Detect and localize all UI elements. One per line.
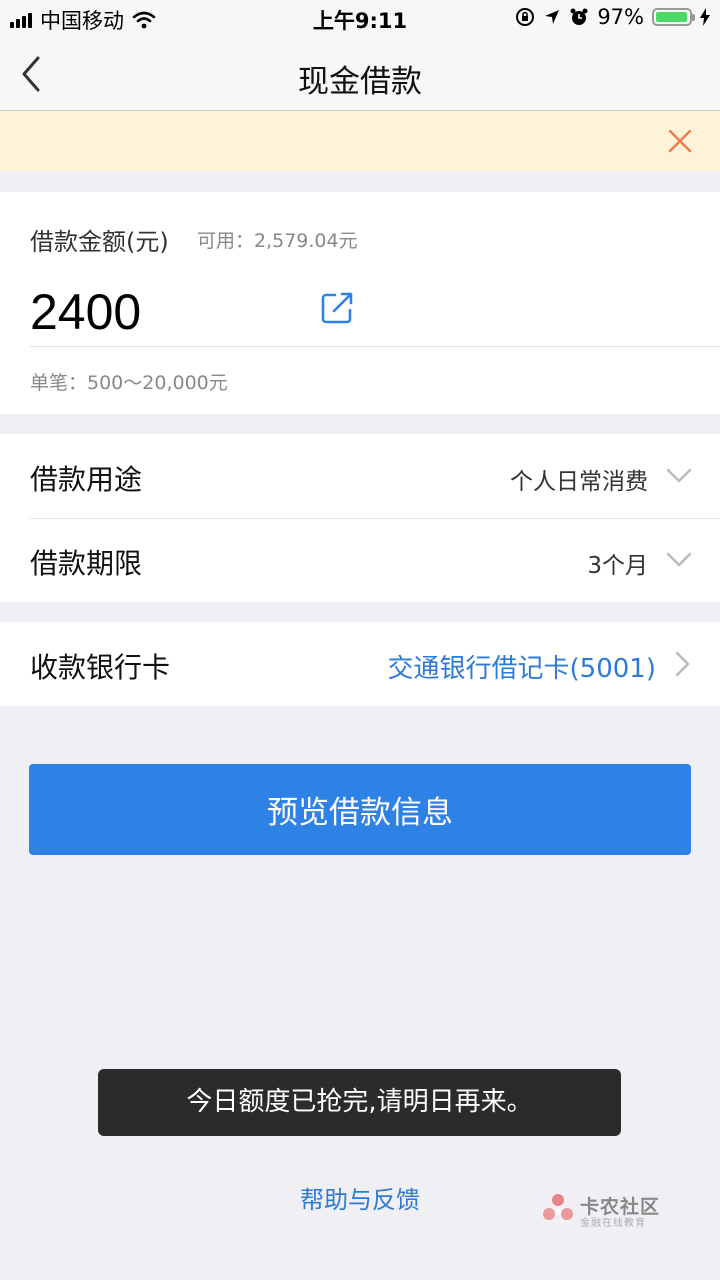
charging-icon <box>700 8 710 26</box>
amount-card: 借款金额(元) 可用：2,579.04元 单笔：500～20,000元 <box>0 192 720 414</box>
battery-percent: 97% <box>597 5 644 29</box>
preview-loan-button[interactable]: 预览借款信息 <box>29 764 691 855</box>
amount-range: 单笔：500～20,000元 <box>30 372 228 394</box>
bank-card-label: 收款银行卡 <box>30 651 171 684</box>
loan-purpose-label: 借款用途 <box>30 463 143 496</box>
chevron-down-icon <box>666 468 692 483</box>
chevron-down-icon <box>666 552 692 567</box>
available-amount: 可用：2,579.04元 <box>197 230 358 252</box>
loan-purpose-value: 个人日常消费 <box>510 469 648 495</box>
rotation-lock-icon <box>516 8 535 26</box>
loan-term-value: 3个月 <box>587 553 648 579</box>
toast-message: 今日额度已抢完,请明日再来。 <box>98 1069 621 1136</box>
status-right: 97% <box>515 5 710 29</box>
amount-input[interactable] <box>28 282 312 342</box>
loan-options-card: 借款用途 个人日常消费 借款期限 3个月 <box>0 434 720 602</box>
edit-button[interactable] <box>319 290 355 326</box>
chevron-right-icon <box>675 651 690 677</box>
loan-term-row[interactable]: 借款期限 3个月 <box>0 518 720 602</box>
close-icon <box>668 129 692 153</box>
notice-close-button[interactable] <box>666 127 694 155</box>
nav-bar: 现金借款 <box>0 36 720 111</box>
divider <box>30 346 720 347</box>
status-bar: 中国移动 上午9:11 97% <box>0 0 720 36</box>
bank-card-value: 交通银行借记卡(5001) <box>387 654 656 684</box>
page-title: 现金借款 <box>298 64 422 100</box>
loan-term-label: 借款期限 <box>30 547 143 580</box>
alarm-icon <box>570 8 588 25</box>
amount-label: 借款金额(元) <box>30 228 169 256</box>
loan-purpose-row[interactable]: 借款用途 个人日常消费 <box>0 434 720 519</box>
battery-icon <box>652 8 695 26</box>
bank-card-row[interactable]: 收款银行卡 交通银行借记卡(5001) <box>0 622 720 706</box>
location-icon <box>545 10 560 24</box>
edit-icon <box>321 292 353 324</box>
watermark: 卡农社区 金融在线教育 <box>540 1190 700 1230</box>
notice-banner <box>0 111 720 171</box>
watermark-subtitle: 金融在线教育 <box>580 1218 646 1229</box>
watermark-logo-icon <box>543 1194 573 1220</box>
